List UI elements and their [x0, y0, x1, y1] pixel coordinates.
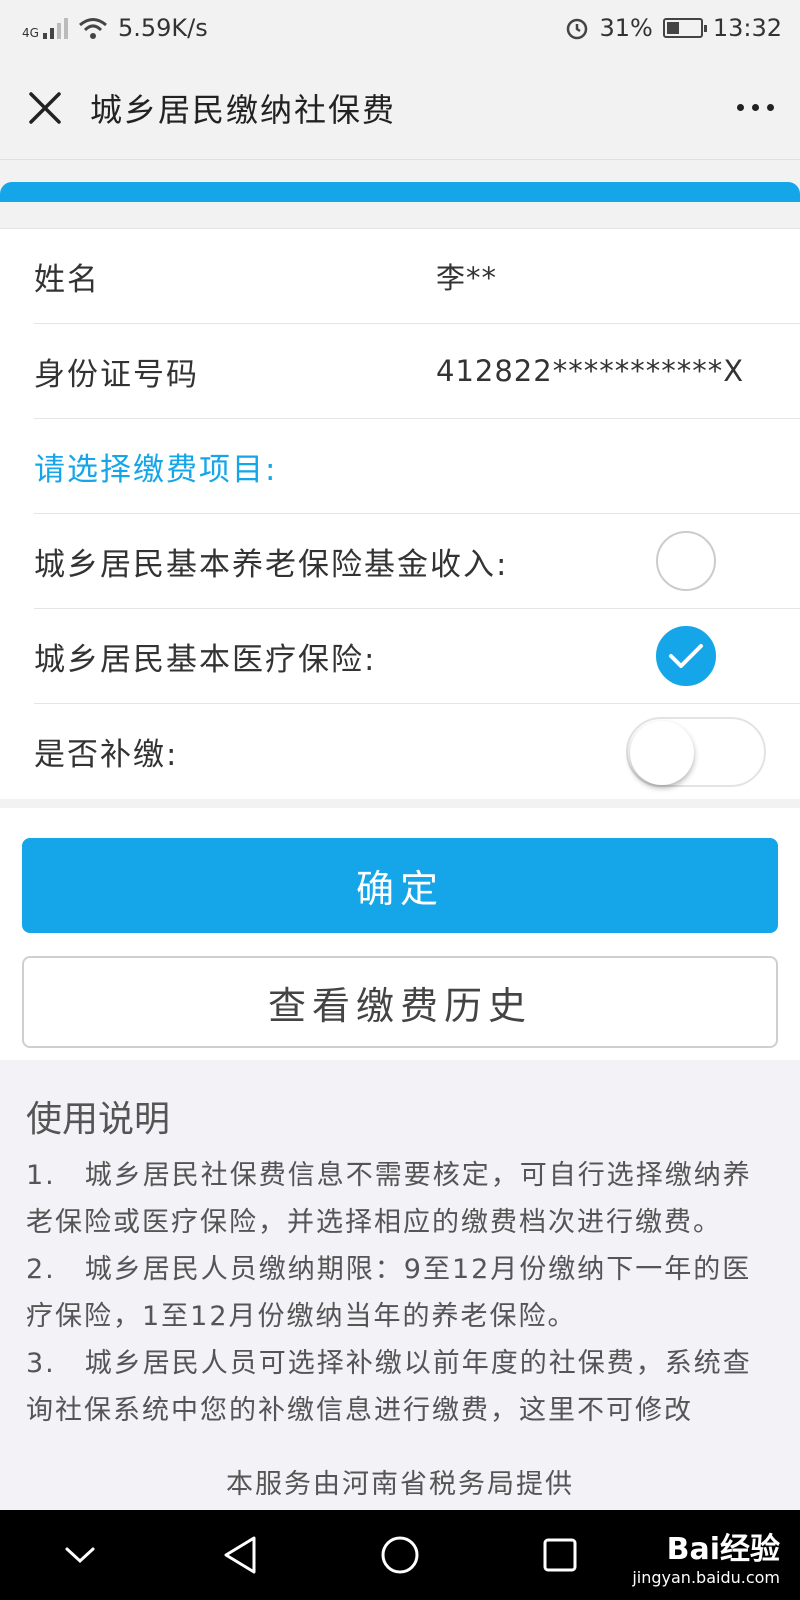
option-medical-label: 城乡居民基本医疗保险: [34, 641, 377, 678]
action-buttons: 确定 查看缴费历史 [0, 808, 800, 1060]
more-button[interactable] [710, 56, 800, 160]
home-circle-icon [381, 1536, 419, 1574]
baidu-jingyan-watermark: Bai经验 jingyan.baidu.com [632, 1510, 780, 1600]
page-title: 城乡居民缴纳社保费 [90, 90, 397, 129]
network-speed: 5.59K/s [117, 14, 208, 42]
id-row: 身份证号码 412822***********X [34, 324, 800, 419]
medical-radio[interactable] [656, 626, 716, 686]
service-provider-note: 本服务由河南省税务局提供 [0, 1460, 800, 1510]
nav-bar: 城乡居民缴纳社保费 [0, 56, 800, 160]
recents-square-icon [543, 1538, 577, 1572]
toggle-knob [630, 720, 694, 785]
option-pension-label: 城乡居民基本养老保险基金收入: [34, 546, 509, 583]
back-triangle-icon [224, 1536, 256, 1574]
section-title: 请选择缴费项目: [34, 451, 278, 488]
battery-percent: 31% [599, 14, 653, 42]
section-title-row: 请选择缴费项目: [34, 419, 800, 514]
close-button[interactable] [0, 56, 90, 160]
instruction-item: 1. 城乡居民社保费信息不需要核定，可自行选择缴纳养老保险或医疗保险，并选择相应… [26, 1160, 752, 1238]
instruction-item: 2. 城乡居民人员缴纳期限：9至12月份缴纳下一年的医疗保险，1至12月份缴纳当… [26, 1254, 752, 1332]
more-dot-icon [736, 104, 744, 111]
close-icon [29, 91, 61, 124]
clock: 13:32 [712, 14, 782, 42]
home-button[interactable] [320, 1510, 480, 1600]
instruction-item: 3. 城乡居民人员可选择补缴以前年度的社保费，系统查询社保系统中您的补缴信息进行… [26, 1348, 752, 1426]
name-label: 姓名 [34, 261, 100, 298]
payment-form: 姓名 李** 身份证号码 412822***********X 请选择缴费项目:… [0, 228, 800, 799]
more-dot-icon [766, 104, 774, 111]
option-medical[interactable]: 城乡居民基本医疗保险: [34, 609, 800, 704]
signal-icon [42, 17, 68, 39]
id-label: 身份证号码 [34, 356, 199, 393]
backpay-toggle[interactable] [626, 716, 766, 787]
status-bar: 4G 5.59K/s 31% 13:32 [0, 0, 800, 56]
more-dot-icon [751, 104, 759, 111]
name-value: 李** [436, 261, 498, 295]
pension-radio[interactable] [656, 531, 716, 591]
view-history-button[interactable]: 查看缴费历史 [22, 956, 778, 1048]
network-type: 4G [22, 26, 39, 40]
instructions-title: 使用说明 [26, 1099, 171, 1140]
backpay-row: 是否补缴: [34, 704, 800, 799]
battery-icon [662, 18, 707, 38]
wifi-icon [78, 18, 107, 39]
checkmark-icon [669, 644, 703, 668]
backpay-label: 是否补缴: [34, 737, 179, 773]
id-value: 412822***********X [436, 354, 745, 388]
recents-button[interactable] [480, 1510, 640, 1600]
confirm-button[interactable]: 确定 [22, 838, 778, 933]
alarm-icon [567, 18, 588, 40]
name-row: 姓名 李** [34, 229, 800, 324]
header-accent-strip [0, 182, 800, 202]
instructions-section: 使用说明 1. 城乡居民社保费信息不需要核定，可自行选择缴纳养老保险或医疗保险，… [0, 1060, 800, 1510]
back-button[interactable] [160, 1510, 320, 1600]
option-pension[interactable]: 城乡居民基本养老保险基金收入: [34, 514, 800, 609]
hide-nav-button[interactable] [0, 1510, 160, 1600]
watermark-brand: Bai经验 [666, 1531, 780, 1567]
chevron-down-icon [65, 1547, 95, 1564]
watermark-url: jingyan.baidu.com [632, 1567, 780, 1587]
